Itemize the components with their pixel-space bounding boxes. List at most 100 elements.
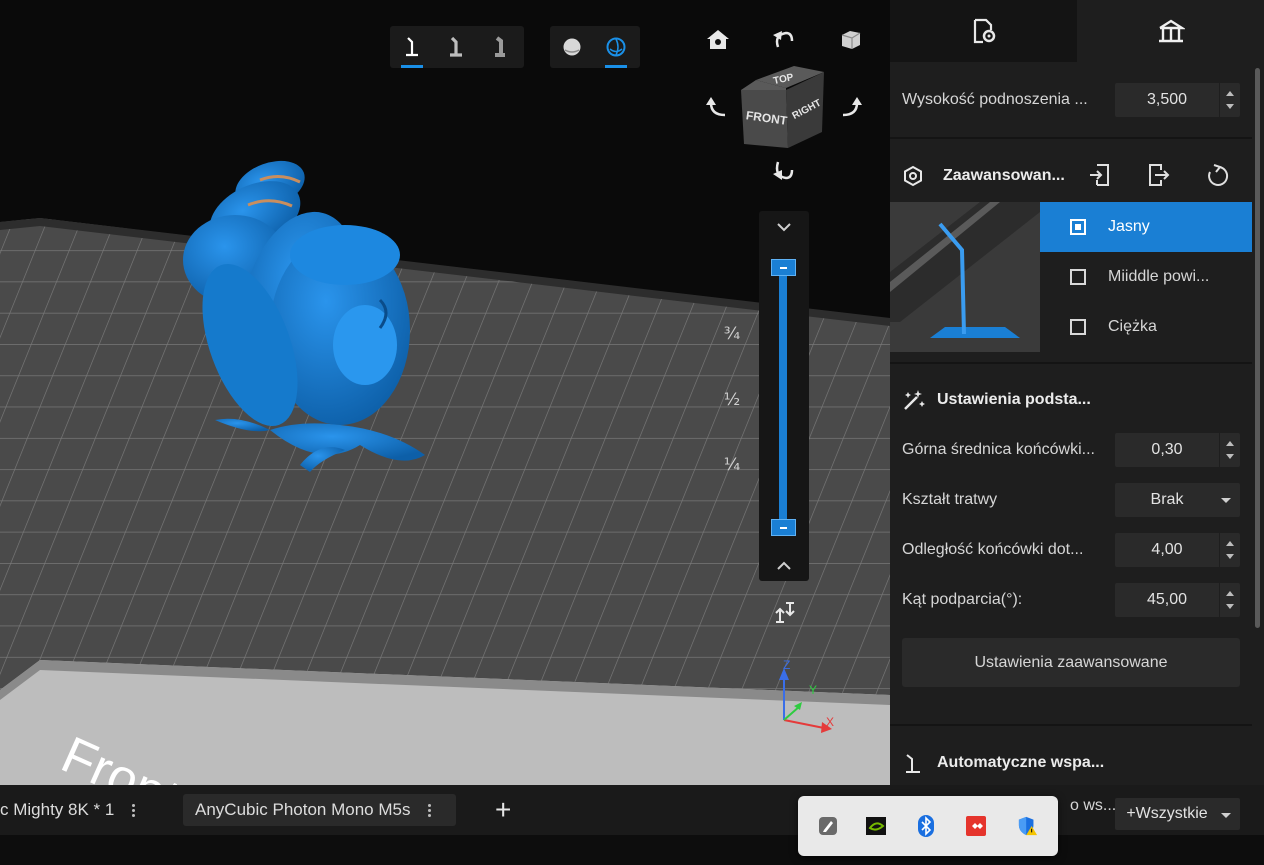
import-preset-button[interactable] (1088, 162, 1112, 193)
settings-panel: Wysokość podnoszenia ... 3,500 Zaawansow… (890, 0, 1264, 785)
layer-jump-icon (775, 602, 795, 623)
rotate-left-icon (706, 97, 726, 117)
advanced-section-title: Zaawansowan... (943, 167, 1065, 184)
home-icon (707, 30, 729, 49)
wire-view-button[interactable] (594, 26, 638, 68)
anydesk-icon (966, 816, 986, 836)
reset-preset-button[interactable] (1205, 163, 1229, 192)
rotate-ccw-button[interactable] (768, 24, 798, 54)
preset-checkbox-heavy[interactable] (1070, 319, 1086, 335)
raft-shape-value[interactable]: Brak (1115, 491, 1219, 509)
layer-slider[interactable] (759, 211, 809, 581)
layer-mark-half: ½ (723, 390, 741, 410)
solid-view-button[interactable] (550, 26, 594, 68)
support-light-icon (406, 37, 418, 57)
tray-security[interactable] (1018, 816, 1038, 836)
axis-y-label: Y (809, 683, 817, 697)
divider (890, 724, 1252, 726)
sphere-wire-icon (606, 37, 626, 57)
top-diameter-stepper[interactable] (1219, 433, 1240, 467)
support-heavy-icon (495, 36, 505, 57)
top-diameter-value[interactable]: 0,30 (1115, 441, 1219, 459)
more-options-icon[interactable] (132, 802, 136, 819)
advanced-section-header: Zaawansowan... (902, 165, 1065, 187)
more-options-icon[interactable] (428, 802, 432, 819)
lift-height-input[interactable]: 3,500 (1115, 83, 1240, 117)
support-medium-button[interactable] (434, 26, 478, 68)
support-angle-input[interactable]: 45,00 (1115, 583, 1240, 617)
support-structure-icon (1158, 19, 1185, 43)
preset-checkbox-light[interactable] (1070, 219, 1086, 235)
chevron-up-icon[interactable] (776, 560, 792, 572)
support-type-toolbar (390, 26, 524, 68)
preset-label-medium: Miiddle powi... (1108, 268, 1210, 285)
basic-section-title: Ustawienia podsta... (937, 391, 1091, 408)
home-view-button[interactable] (703, 24, 733, 54)
raft-shape-select[interactable]: Brak (1115, 483, 1240, 517)
support-heavy-button[interactable] (478, 26, 522, 68)
bluetooth-icon (918, 815, 934, 837)
panel-scrollbar[interactable] (1255, 68, 1260, 628)
top-diameter-row: Górna średnica końcówki... 0,30 (902, 433, 1240, 467)
slider-bottom-handle[interactable] (771, 519, 796, 536)
tip-distance-stepper[interactable] (1219, 533, 1240, 567)
tray-pen[interactable] (818, 816, 838, 836)
view-cube[interactable]: TOP FRONT RIGHT (736, 60, 832, 156)
rotate-right-button[interactable] (835, 91, 865, 121)
rotate-left-button[interactable] (703, 91, 733, 121)
chevron-down-icon[interactable] (776, 221, 792, 233)
auto-support-section-title: Automatyczne wspa... (937, 754, 1105, 771)
layer-jump-button[interactable] (770, 597, 800, 627)
auto-support-select[interactable]: +Wszystkie (1115, 798, 1240, 830)
preset-checkbox-medium[interactable] (1070, 269, 1086, 285)
slider-top-handle[interactable] (771, 259, 796, 276)
axis-z-label: Z (783, 658, 790, 672)
magic-wand-icon (904, 390, 925, 410)
tip-distance-label: Odległość końcówki dot... (902, 541, 1084, 558)
lift-height-stepper[interactable] (1219, 83, 1240, 117)
rotate-down-button[interactable] (768, 156, 798, 186)
cube-icon (841, 31, 861, 49)
layer-mark-three-quarters: ¾ (723, 324, 741, 344)
lift-height-value[interactable]: 3,500 (1115, 91, 1219, 109)
security-warning-icon (1018, 816, 1038, 836)
preset-option-medium[interactable]: Miiddle powi... (1040, 252, 1252, 302)
support-light-button[interactable] (390, 26, 434, 68)
auto-support-section-header: Automatyczne wspa... (902, 752, 1104, 774)
rotate-down-icon (773, 161, 794, 180)
tab-supports[interactable] (1077, 0, 1264, 62)
preset-label-heavy: Ciężka (1108, 318, 1157, 335)
tray-bluetooth[interactable] (916, 815, 936, 837)
support-angle-label: Kąt podparcia(°): (902, 591, 1023, 608)
tab-slice-settings[interactable] (890, 0, 1077, 62)
export-preset-button[interactable] (1146, 162, 1170, 193)
printer-tab-photon[interactable]: AnyCubic Photon Mono M5s (183, 794, 456, 826)
printer-tabs-bar: c Mighty 8K * 1 AnyCubic Photon Mono M5s… (0, 785, 1264, 835)
divider (890, 362, 1252, 364)
auto-support-select-value[interactable]: +Wszystkie (1115, 805, 1219, 823)
tip-distance-value[interactable]: 4,00 (1115, 541, 1219, 559)
tip-distance-row: Odległość końcówki dot... 4,00 (902, 533, 1240, 567)
support-angle-value[interactable]: 45,00 (1115, 591, 1219, 609)
preset-option-heavy[interactable]: Ciężka (1040, 302, 1252, 352)
tip-distance-input[interactable]: 4,00 (1115, 533, 1240, 567)
top-diameter-input[interactable]: 0,30 (1115, 433, 1240, 467)
system-tray-popup (798, 796, 1058, 856)
add-printer-tab-button[interactable]: + (495, 794, 511, 826)
support-angle-row: Kąt podparcia(°): 45,00 (902, 583, 1240, 617)
basic-section-header: Ustawienia podsta... (902, 388, 1091, 412)
tray-anydesk[interactable] (966, 816, 986, 836)
3d-viewport[interactable]: Front TOP FRONT RIGHT ¾ ½ ¼ Z Y X (0, 0, 890, 785)
lift-height-row: Wysokość podnoszenia ... 3,500 (902, 83, 1240, 117)
raft-shape-row: Kształt tratwy Brak (902, 483, 1240, 517)
layer-mark-quarter: ¼ (723, 455, 741, 475)
raft-shape-label: Kształt tratwy (902, 491, 998, 508)
support-angle-stepper[interactable] (1219, 583, 1240, 617)
printer-tab-mighty[interactable]: c Mighty 8K * 1 (0, 794, 163, 826)
auto-support-icon (906, 754, 920, 773)
sphere-solid-icon (563, 38, 581, 56)
advanced-settings-button[interactable]: Ustawienia zaawansowane (902, 638, 1240, 687)
iso-view-button[interactable] (836, 24, 866, 54)
preset-option-light[interactable]: Jasny (1040, 202, 1252, 252)
tray-nvidia[interactable] (866, 816, 886, 836)
